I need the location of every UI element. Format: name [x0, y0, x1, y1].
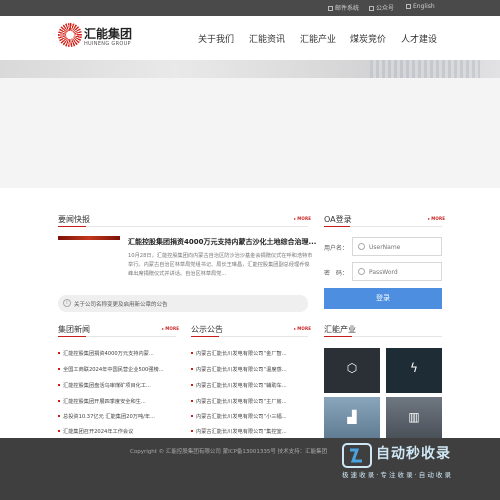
oa-login-more[interactable]: MORE	[428, 216, 445, 221]
announcement-item[interactable]: 内蒙古汇能长川发电有限公司“温度感...	[191, 366, 287, 373]
password-label: 密 码：	[324, 270, 349, 277]
group-news-more[interactable]: MORE	[162, 326, 179, 331]
announcements-more[interactable]: MORE	[294, 326, 311, 331]
huineng-logo-icon[interactable]	[58, 23, 82, 47]
announcement-item[interactable]: 内蒙古汇能长川发电有限公司“主厂房...	[191, 398, 287, 405]
building-image	[370, 60, 480, 78]
nav-about[interactable]: 关于我们	[198, 32, 234, 45]
notice-icon: i	[63, 299, 71, 307]
top-utility-bar: 邮件系统 公众号 English	[0, 0, 500, 16]
announcements-title: 公示公告	[191, 325, 223, 334]
hexagon-icon: ⬡	[346, 361, 358, 375]
factory-icon: ▟	[347, 410, 357, 424]
feature-news-title[interactable]: 汇能控股集团捐资4000万元支持内蒙古沙化土地综合治理...	[128, 237, 316, 247]
username-input[interactable]	[369, 241, 439, 253]
oa-login-title: OA登录	[324, 215, 352, 224]
feature-news-image[interactable]	[58, 236, 120, 240]
wechat-icon	[369, 6, 374, 11]
title-underline	[324, 226, 350, 227]
announcement-item[interactable]: 内蒙古汇能长川发电有限公司“集控室...	[191, 428, 287, 435]
copyright-text: Copyright © 汇能控股集团有限公司 蒙ICP备13001335号 技术…	[130, 449, 328, 455]
nav-news[interactable]: 汇能资讯	[249, 32, 285, 45]
nav-industry[interactable]: 汇能产业	[300, 32, 336, 45]
notice-bar[interactable]: i 关于公司名称变更及启用新公章的公告	[58, 295, 308, 312]
banner-strip	[0, 60, 500, 78]
feature-news-summary: 10月28日，汇能控股集团向内蒙古自治区防沙治沙基金会捐赠仪式在呼和浩特市举行。…	[128, 253, 313, 277]
news-express-title: 要闻快报	[58, 215, 90, 224]
group-news-item[interactable]: 汇能集团召开2024年工作会议	[58, 428, 133, 435]
watermark-title: 自动秒收录	[376, 446, 451, 462]
group-news-item[interactable]: 总投资10.37亿元 汇能集团20万吨/年...	[58, 413, 155, 420]
group-news-item[interactable]: 汇能控股集团盘活乌审煤矿项目化工...	[58, 382, 151, 389]
industry-tile-coal[interactable]: ⬡	[324, 348, 380, 393]
announcement-item[interactable]: 内蒙古汇能长川发电有限公司“金厂智...	[191, 350, 287, 357]
lightning-icon: ϟ	[410, 361, 418, 375]
mail-system-link[interactable]: 邮件系统	[328, 3, 359, 12]
lock-icon	[358, 268, 365, 275]
globe-icon	[406, 4, 411, 9]
wechat-link[interactable]: 公众号	[369, 3, 394, 12]
industry-tile-chemical[interactable]: ▟	[324, 397, 380, 442]
title-underline	[324, 336, 352, 337]
password-input[interactable]	[369, 266, 439, 278]
divider	[58, 226, 308, 227]
notice-text: 关于公司名称变更及启用新公章的公告	[74, 302, 168, 308]
login-button[interactable]: 登录	[324, 288, 442, 309]
password-field[interactable]	[352, 262, 442, 281]
hero-banner	[0, 78, 500, 188]
industry-tile-plant[interactable]: ▥	[386, 397, 442, 442]
announcement-item[interactable]: 内蒙古汇能长川发电有限公司“小三幅...	[191, 413, 287, 420]
group-news-title: 集团新闻	[58, 325, 90, 334]
announcement-item[interactable]: 内蒙古汇能长川发电有限公司“辅助车...	[191, 382, 287, 389]
username-field[interactable]	[352, 237, 442, 256]
user-icon	[358, 243, 365, 250]
brand-name-en: HUINENG GROUP	[84, 41, 131, 47]
brand-name-cn[interactable]: 汇能集团	[84, 25, 132, 42]
nav-talent[interactable]: 人才建设	[401, 32, 437, 45]
group-news-item[interactable]: 汇能控股集团捐资4000万元支持内蒙...	[58, 350, 154, 357]
watermark-logo-icon	[342, 443, 372, 468]
username-label: 用户名：	[324, 245, 349, 252]
english-link[interactable]: English	[406, 3, 435, 10]
group-news-item[interactable]: 全国工商联2024年中国民营企业500强榜...	[58, 366, 164, 373]
watermark-subtitle: 极 速 收 录 · 专 注 收 录 · 自 动 收 录	[342, 471, 451, 479]
title-underline	[191, 336, 219, 337]
plant-icon: ▥	[408, 410, 420, 424]
mail-icon	[328, 6, 333, 11]
group-news-item[interactable]: 汇能控股集团开展四季度安全和生...	[58, 398, 146, 405]
industry-title: 汇能产业	[324, 325, 356, 334]
news-express-more[interactable]: MORE	[294, 216, 311, 221]
nav-coal-bidding[interactable]: 煤炭竞价	[350, 32, 386, 45]
title-underline	[58, 226, 86, 227]
industry-tile-power[interactable]: ϟ	[386, 348, 442, 393]
title-underline	[58, 336, 86, 337]
